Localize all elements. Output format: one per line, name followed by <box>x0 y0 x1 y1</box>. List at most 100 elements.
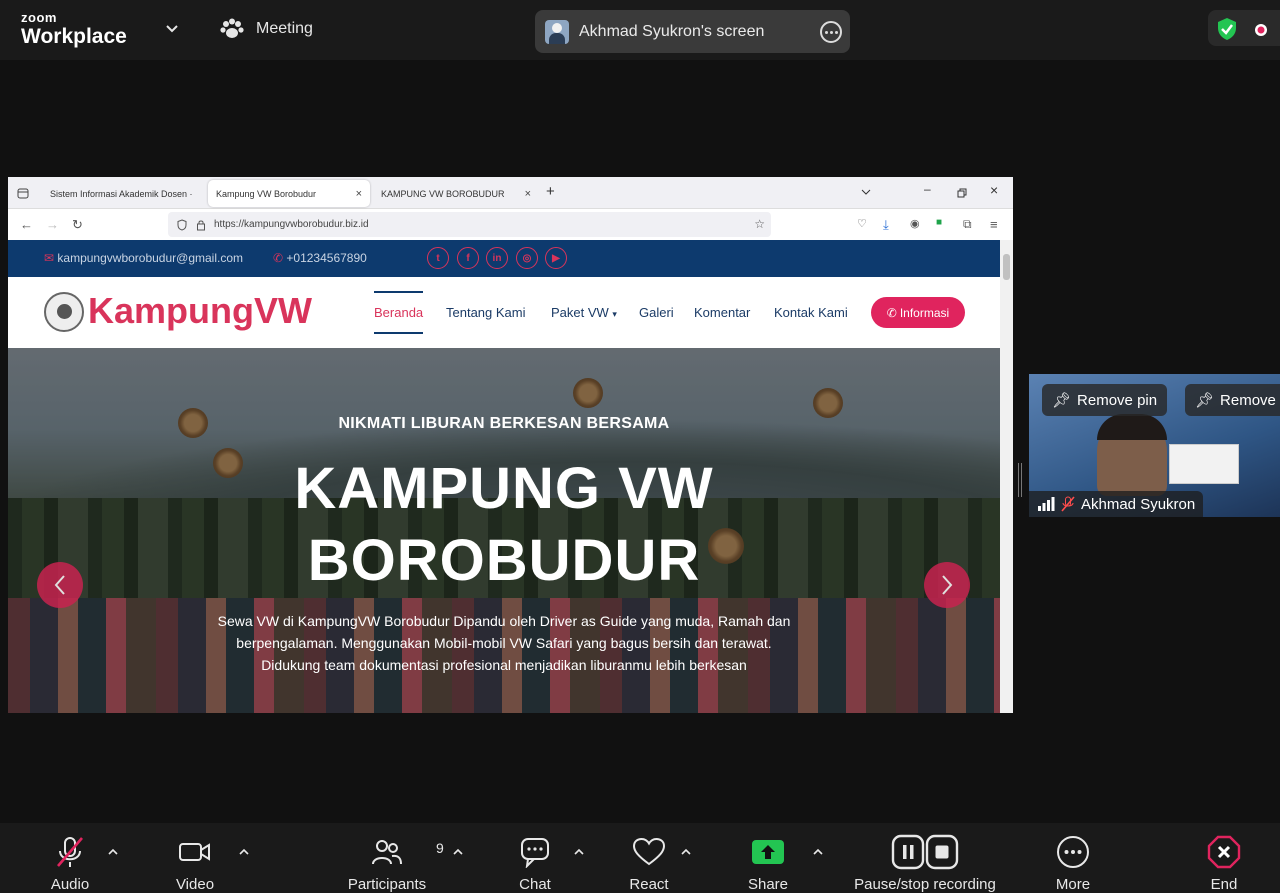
logo-big-text: Workplace <box>21 25 127 48</box>
hero-desc-line-2: berpengalaman. Menggunakan Mobil-mobil V… <box>236 635 772 651</box>
email-contact[interactable]: ✉ kampungvwborobudur@gmail.com <box>44 251 243 265</box>
mic-muted-icon <box>57 837 83 867</box>
share-label: Share <box>747 876 789 893</box>
account-icon[interactable]: ◉ <box>910 217 920 230</box>
participant-name-bar: Akhmad Syukron <box>1029 491 1204 517</box>
carousel-prev-button[interactable] <box>37 562 83 608</box>
participants-button[interactable]: 9 Participants <box>343 835 444 893</box>
more-label: More <box>1055 876 1091 893</box>
site-navbar: KampungVW Beranda Tentang Kami Paket VW … <box>8 277 1000 348</box>
logo-small-text: zoom <box>21 10 57 25</box>
remove-pin-button[interactable]: 📌︎ Remove pin <box>1042 384 1168 416</box>
url-bar[interactable]: https://kampungvwborobudur.biz.id ☆ <box>168 212 771 237</box>
pause-stop-icon <box>891 834 959 870</box>
close-icon[interactable]: × <box>356 188 362 200</box>
chevron-up-icon[interactable] <box>680 847 692 857</box>
react-label: React <box>629 876 669 893</box>
url-text: https://kampungvwborobudur.biz.id <box>214 219 369 230</box>
hero-title-line-1: KAMPUNG VW <box>294 456 714 521</box>
reload-icon[interactable]: ↻ <box>72 217 83 233</box>
tab-list-icon[interactable] <box>17 187 29 199</box>
chevron-down-icon[interactable] <box>163 22 181 36</box>
participant-video-tile[interactable]: 📌︎ Remove pin 📌︎ Remove Akhmad Syukron <box>1029 374 1280 517</box>
phone-icon: ✆ <box>273 251 284 265</box>
video-label: Video <box>175 876 215 893</box>
more-button[interactable]: More <box>1050 835 1096 893</box>
twitter-icon[interactable]: t <box>427 247 449 269</box>
chevron-up-icon[interactable] <box>107 847 119 857</box>
new-tab-button[interactable]: + <box>546 183 555 200</box>
brand-name[interactable]: KampungVW <box>88 290 312 332</box>
brand-logo[interactable] <box>44 292 84 332</box>
bookmark-star-icon[interactable]: ☆ <box>754 217 765 231</box>
chevron-right-icon <box>942 575 953 595</box>
nav-komentar[interactable]: Komentar <box>694 305 750 320</box>
instagram-icon[interactable]: ◎ <box>516 247 538 269</box>
facebook-icon[interactable]: f <box>457 247 479 269</box>
whatsapp-icon: ✆ <box>886 305 897 320</box>
end-button[interactable]: End <box>1204 835 1244 893</box>
email-text: kampungvwborobudur@gmail.com <box>57 251 244 265</box>
share-button[interactable]: Share <box>746 835 790 893</box>
more-options-icon[interactable] <box>820 21 842 43</box>
window-close-icon[interactable]: × <box>990 182 998 198</box>
participants-label: Participants <box>347 876 427 893</box>
nav-paket-vw[interactable]: Paket VW ▾ <box>551 305 617 320</box>
minimize-icon[interactable]: – <box>924 182 931 196</box>
pin-icon: 📌︎ <box>1195 392 1215 409</box>
pause-stop-recording-button[interactable]: Pause/stop recording <box>844 834 1006 893</box>
mail-icon: ✉ <box>44 251 55 265</box>
close-icon[interactable]: × <box>525 188 531 200</box>
pocket-icon[interactable]: ♡ <box>857 217 867 230</box>
informasi-button[interactable]: ✆ Informasi <box>871 297 965 328</box>
page-scrollbar[interactable] <box>1000 240 1013 713</box>
linkedin-icon[interactable]: in <box>486 247 508 269</box>
paw-icon <box>220 18 244 38</box>
chevron-up-icon[interactable] <box>573 847 585 857</box>
youtube-icon[interactable]: ▶ <box>545 247 567 269</box>
scrollbar-thumb[interactable] <box>1003 254 1010 280</box>
phone-contact[interactable]: ✆ +01234567890 <box>273 251 367 265</box>
resize-handle[interactable] <box>1018 463 1022 497</box>
hero-carousel: NIKMATI LIBURAN BERKESAN BERSAMA KAMPUNG… <box>8 348 1000 713</box>
browser-tab[interactable]: KAMPUNG VW BOROBUDUR × <box>373 180 539 207</box>
more-icon <box>1057 836 1089 868</box>
menu-icon[interactable]: ≡ <box>990 217 998 232</box>
nav-galeri[interactable]: Galeri <box>639 305 674 320</box>
restore-icon[interactable] <box>957 188 967 198</box>
download-icon[interactable]: ⤓ <box>883 217 889 233</box>
chevron-up-icon[interactable] <box>452 847 464 857</box>
remove-spotlight-button[interactable]: 📌︎ Remove <box>1185 384 1280 416</box>
react-button[interactable]: React <box>627 835 671 893</box>
meeting-toolbar: Audio Video 9 Participants Chat React Sh… <box>0 823 1280 893</box>
audio-button[interactable]: Audio <box>47 835 93 893</box>
nav-kontak-kami[interactable]: Kontak Kami <box>774 305 848 320</box>
forward-icon[interactable]: → <box>46 217 59 232</box>
security-indicator[interactable] <box>1208 10 1280 46</box>
meeting-button[interactable]: Meeting <box>220 18 313 40</box>
chevron-up-icon[interactable] <box>812 847 824 857</box>
extension-badge-icon[interactable]: ■ <box>936 217 942 228</box>
screen-share-pill[interactable]: Akhmad Syukron's screen <box>535 10 850 53</box>
chevron-down-icon[interactable] <box>861 188 871 196</box>
browser-tab-active[interactable]: Kampung VW Borobudur × <box>208 180 370 207</box>
hero-title: KAMPUNG VW BOROBUDUR <box>254 453 754 597</box>
carousel-next-button[interactable] <box>924 562 970 608</box>
hero-desc-line-1: Sewa VW di KampungVW Borobudur Dipandu o… <box>217 613 791 629</box>
video-camera-icon <box>179 843 210 861</box>
chat-button[interactable]: Chat <box>516 835 554 893</box>
extensions-icon[interactable]: ⧉ <box>963 217 972 232</box>
participant-count: 9 <box>436 840 444 856</box>
nav-tentang-kami[interactable]: Tentang Kami <box>446 305 526 320</box>
hero-description: Sewa VW di KampungVW Borobudur Dipandu o… <box>184 610 824 676</box>
informasi-label: Informasi <box>899 305 950 320</box>
browser-tab[interactable]: Sistem Informasi Akademik Dosen · <box>42 180 208 207</box>
nav-beranda[interactable]: Beranda <box>374 291 424 334</box>
contact-bar: ✉ kampungvwborobudur@gmail.com ✆ +012345… <box>8 240 1000 277</box>
phone-text: +01234567890 <box>286 251 367 265</box>
back-icon[interactable]: ← <box>20 217 33 232</box>
tab-label: Sistem Informasi Akademik Dosen · <box>50 188 193 199</box>
share-screen-icon <box>752 840 784 864</box>
chevron-up-icon[interactable] <box>238 847 250 857</box>
video-button[interactable]: Video <box>172 835 218 893</box>
